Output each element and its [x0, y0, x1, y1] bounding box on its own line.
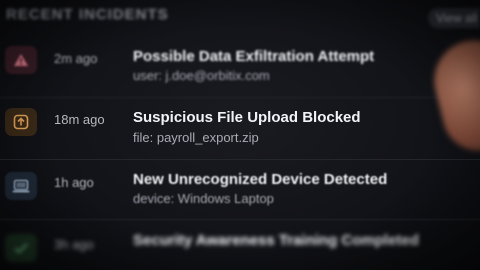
incident-row[interactable]: 1h ago New Unrecognized Device Detected … — [0, 160, 480, 220]
incident-title: Suspicious File Upload Blocked — [133, 109, 361, 126]
incident-time: 1h ago — [54, 175, 94, 190]
incident-row[interactable]: 3h ago Security Awareness Training Compl… — [0, 222, 480, 270]
incident-title: Security Awareness Training Completed — [133, 232, 419, 249]
incident-title: Possible Data Exfiltration Attempt — [133, 48, 375, 65]
incident-row[interactable]: 18m ago Suspicious File Upload Blocked f… — [0, 100, 480, 160]
incident-icon-tile — [5, 108, 37, 136]
check-icon — [14, 243, 28, 254]
view-all-button[interactable]: View all — [428, 8, 480, 28]
incidents-header: RECENT INCIDENTS View all — [0, 0, 480, 32]
laptop-icon — [12, 179, 30, 193]
row-divider — [0, 97, 480, 98]
incident-icon-tile — [5, 172, 37, 200]
incident-icon-tile — [5, 46, 37, 74]
incident-time: 2m ago — [54, 51, 98, 66]
incidents-screen: RECENT INCIDENTS View all 2m ago Possibl… — [0, 0, 480, 270]
upload-icon — [13, 114, 29, 130]
row-divider — [0, 219, 480, 220]
warning-triangle-icon — [14, 54, 28, 66]
incident-title: New Unrecognized Device Detected — [133, 171, 388, 188]
incident-time: 18m ago — [54, 112, 105, 127]
incident-time: 3h ago — [54, 237, 94, 252]
incident-row[interactable]: 2m ago Possible Data Exfiltration Attemp… — [0, 38, 480, 98]
incident-detail: user: j.doe@orbitix.com — [133, 68, 270, 83]
incident-detail: device: Windows Laptop — [133, 191, 274, 206]
section-title: RECENT INCIDENTS — [6, 6, 169, 23]
incident-icon-tile — [5, 234, 37, 262]
incident-detail: file: payroll_export.zip — [133, 130, 259, 145]
